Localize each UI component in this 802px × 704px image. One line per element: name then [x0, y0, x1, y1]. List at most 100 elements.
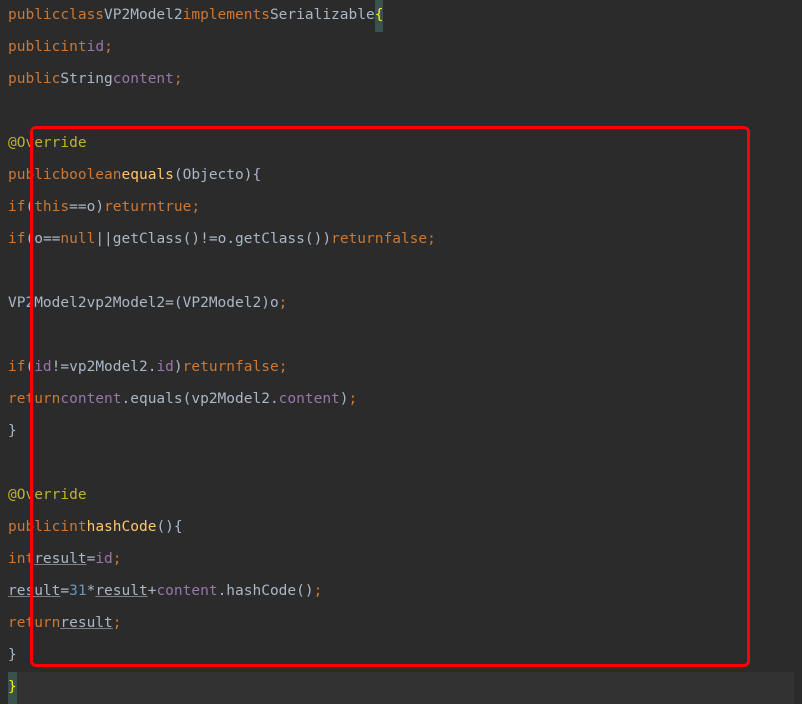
annotation-override: @Override — [8, 480, 87, 512]
param-o: o — [218, 224, 227, 256]
code-line[interactable]: @Override — [8, 128, 794, 160]
code-line[interactable]: } — [8, 640, 794, 672]
op-neq: != — [200, 224, 217, 256]
keyword-if: if — [8, 352, 25, 384]
lparen: ( — [25, 352, 34, 384]
annotation-override: @Override — [8, 128, 87, 160]
rparen: ) — [305, 576, 314, 608]
lparen: ( — [156, 512, 165, 544]
keyword-return: return — [8, 384, 60, 416]
rparen: ) — [95, 192, 104, 224]
method-equals: equals — [122, 160, 174, 192]
semicolon: ; — [279, 352, 288, 384]
type-object: Object — [183, 160, 235, 192]
local-vp2model2: vp2Model2 — [191, 384, 270, 416]
code-line[interactable]: public int hashCode() { — [8, 512, 794, 544]
keyword-return: return — [331, 224, 383, 256]
keyword-this: this — [34, 192, 69, 224]
op-dot: . — [226, 224, 235, 256]
code-line[interactable]: public String content; — [8, 64, 794, 96]
keyword-public: public — [8, 0, 60, 32]
rparen: ) — [191, 224, 200, 256]
code-line[interactable]: return result; — [8, 608, 794, 640]
field-content: content — [279, 384, 340, 416]
lparen: ( — [305, 224, 314, 256]
op-eqeq: == — [69, 192, 86, 224]
keyword-if: if — [8, 192, 25, 224]
type-string: String — [60, 64, 112, 96]
code-line[interactable]: @Override — [8, 480, 794, 512]
keyword-int: int — [8, 544, 34, 576]
method-equals: equals — [130, 384, 182, 416]
field-id: id — [34, 352, 51, 384]
op-dot: . — [122, 384, 131, 416]
code-line[interactable]: if (id != vp2Model2.id) return false; — [8, 352, 794, 384]
rparen: ) — [165, 512, 174, 544]
op-dot: . — [148, 352, 157, 384]
field-id: id — [87, 32, 104, 64]
keyword-implements: implements — [183, 0, 270, 32]
method-getclass: getClass — [235, 224, 305, 256]
code-line-empty[interactable] — [8, 448, 794, 480]
local-result: result — [8, 576, 60, 608]
code-line[interactable]: } — [8, 672, 794, 704]
op-eqeq: == — [43, 224, 60, 256]
keyword-null: null — [60, 224, 95, 256]
param-o: o — [235, 160, 244, 192]
rparen: ) — [340, 384, 349, 416]
type-vp2model2: VP2Model2 — [183, 288, 262, 320]
keyword-false: false — [235, 352, 279, 384]
code-line-empty[interactable] — [8, 96, 794, 128]
param-o: o — [34, 224, 43, 256]
op-or: || — [95, 224, 112, 256]
rparen: ) — [174, 352, 183, 384]
rparen: ) — [261, 288, 270, 320]
type-vp2model2: VP2Model2 — [8, 288, 87, 320]
method-getclass: getClass — [113, 224, 183, 256]
lparen: ( — [296, 576, 305, 608]
field-id: id — [95, 544, 112, 576]
keyword-public: public — [8, 512, 60, 544]
close-brace-matched: } — [8, 672, 17, 704]
code-line-empty[interactable] — [8, 256, 794, 288]
semicolon: ; — [314, 576, 323, 608]
semicolon: ; — [113, 544, 122, 576]
local-vp2model2: vp2Model2 — [87, 288, 166, 320]
semicolon: ; — [104, 32, 113, 64]
code-line[interactable]: if (o == null || getClass() != o.getClas… — [8, 224, 794, 256]
keyword-public: public — [8, 32, 60, 64]
code-line[interactable]: int result = id; — [8, 544, 794, 576]
semicolon: ; — [427, 224, 436, 256]
op-plus: + — [148, 576, 157, 608]
code-editor-viewport[interactable]: public class VP2Model2 implements Serial… — [0, 0, 802, 704]
lparen: ( — [25, 192, 34, 224]
keyword-return: return — [183, 352, 235, 384]
code-line[interactable]: return content.equals(vp2Model2.content)… — [8, 384, 794, 416]
keyword-if: if — [8, 224, 25, 256]
close-brace: } — [8, 640, 17, 672]
semicolon: ; — [279, 288, 288, 320]
code-line[interactable]: } — [8, 416, 794, 448]
op-mult: * — [87, 576, 96, 608]
code-line-empty[interactable] — [8, 320, 794, 352]
keyword-true: true — [156, 192, 191, 224]
lparen: ( — [174, 288, 183, 320]
code-line[interactable]: result = 31 * result + content.hashCode(… — [8, 576, 794, 608]
semicolon: ; — [191, 192, 200, 224]
class-name: VP2Model2 — [104, 0, 183, 32]
keyword-return: return — [8, 608, 60, 640]
op-dot: . — [270, 384, 279, 416]
param-o: o — [87, 192, 96, 224]
code-line[interactable]: public boolean equals(Object o) { — [8, 160, 794, 192]
rparen: ) — [314, 224, 323, 256]
code-line[interactable]: public class VP2Model2 implements Serial… — [8, 0, 794, 32]
local-result: result — [34, 544, 86, 576]
local-result: result — [60, 608, 112, 640]
close-brace: } — [8, 416, 17, 448]
open-brace: { — [375, 0, 384, 32]
open-brace: { — [252, 160, 261, 192]
code-line[interactable]: public int id; — [8, 32, 794, 64]
code-line[interactable]: VP2Model2 vp2Model2 = (VP2Model2) o; — [8, 288, 794, 320]
code-line[interactable]: if (this == o) return true; — [8, 192, 794, 224]
semicolon: ; — [349, 384, 358, 416]
